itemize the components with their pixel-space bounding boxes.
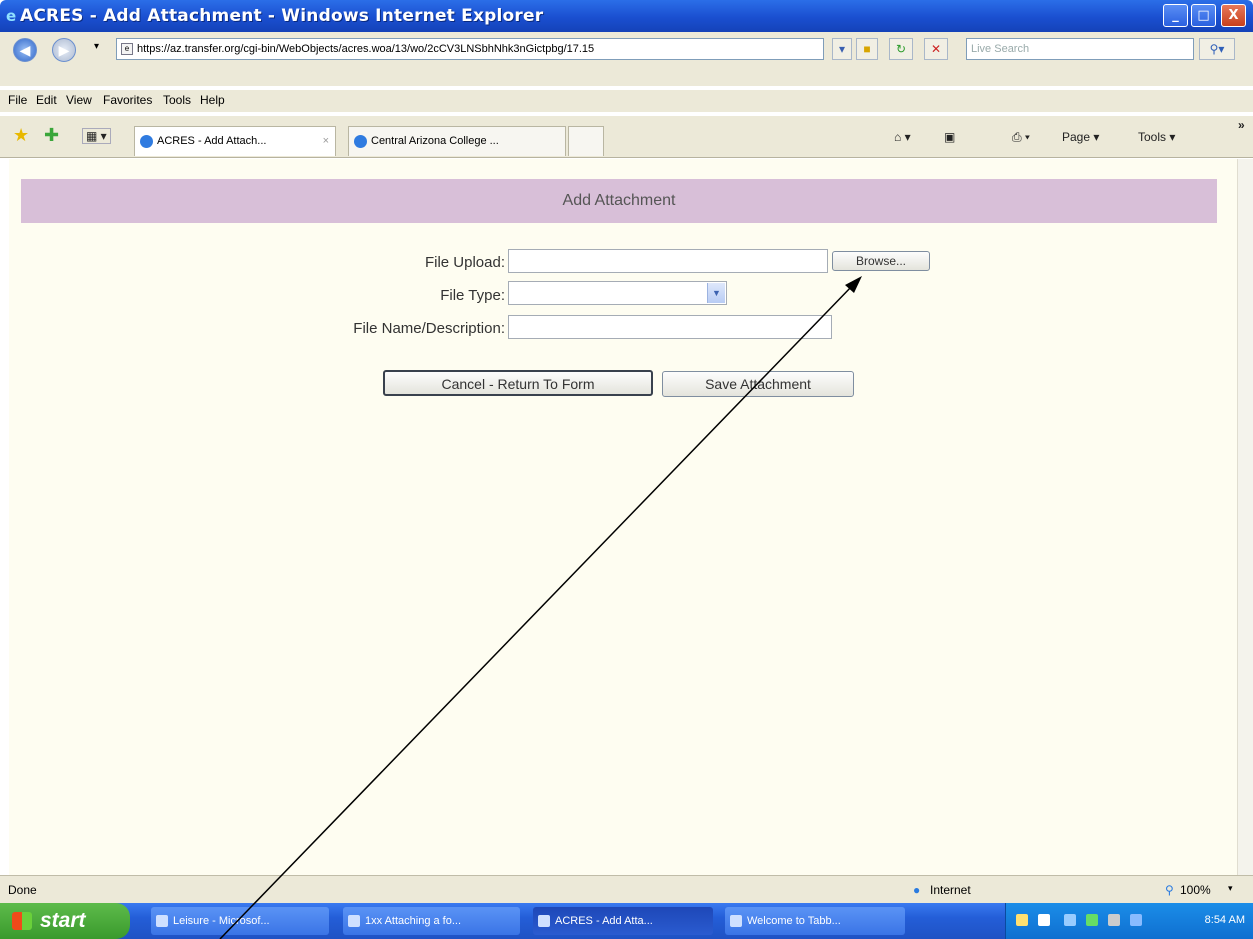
address-row: ◀ ▶ ▾ e https://az.transfer.org/cgi-bin/… — [0, 32, 1253, 86]
menu-file[interactable]: File — [8, 93, 27, 107]
tools-menu[interactable]: Tools ▾ — [1138, 130, 1175, 144]
tab-close-icon[interactable]: × — [323, 127, 329, 155]
taskbar-item-welcome[interactable]: Welcome to Tabb... — [725, 907, 905, 935]
minimize-button[interactable]: _ — [1163, 4, 1188, 27]
page-icon: e — [121, 43, 133, 55]
print-icon[interactable]: ⎙ ▾ — [1012, 130, 1030, 145]
taskbar-item-label: ACRES - Add Atta... — [555, 915, 653, 927]
search-input[interactable]: Live Search — [966, 38, 1194, 60]
zoom-dropdown-icon[interactable]: ▾ — [1228, 883, 1233, 894]
address-bar[interactable]: e https://az.transfer.org/cgi-bin/WebObj… — [116, 38, 824, 60]
taskbar: start Leisure - Microsof... 1xx Attachin… — [0, 903, 1253, 939]
tab-central-arizona[interactable]: Central Arizona College ... — [348, 126, 566, 156]
tab-label: ACRES - Add Attach... — [157, 135, 267, 147]
taskbar-item-label: Welcome to Tabb... — [747, 915, 841, 927]
add-favorites-icon[interactable]: ✚ — [44, 125, 59, 146]
taskbar-item-label: 1xx Attaching a fo... — [365, 915, 462, 927]
chevron-more-icon[interactable]: » — [1238, 118, 1245, 132]
word-icon — [156, 915, 168, 927]
back-button[interactable]: ◀ — [13, 38, 37, 62]
volume-icon[interactable] — [1108, 914, 1120, 926]
ie-icon — [538, 915, 550, 927]
zoom-icon: ⚲ — [1165, 883, 1174, 897]
page-title: Add Attachment — [21, 179, 1217, 223]
status-text: Done — [8, 883, 37, 897]
menu-tools[interactable]: Tools — [163, 93, 191, 107]
file-name-label: File Name/Description: — [353, 320, 505, 337]
file-upload-label: File Upload: — [424, 254, 505, 271]
home-icon[interactable]: ⌂ ▾ — [894, 130, 911, 144]
browse-button[interactable]: Browse... — [832, 251, 930, 271]
taskbar-item-attaching[interactable]: 1xx Attaching a fo... — [343, 907, 520, 935]
menu-bar: File Edit View Favorites Tools Help — [0, 90, 1253, 112]
file-name-field[interactable] — [508, 315, 832, 339]
tray-icon[interactable] — [1064, 914, 1076, 926]
recent-pages-dropdown-icon[interactable]: ▾ — [94, 41, 99, 52]
tray-icon[interactable] — [1130, 914, 1142, 926]
tab-label: Central Arizona College ... — [371, 135, 499, 147]
chevron-down-icon[interactable]: ▼ — [707, 283, 725, 303]
page-content: Add Attachment File Upload: Browse... Fi… — [9, 159, 1237, 875]
status-bar: Done ● Internet ⚲ 100% ▾ — [0, 875, 1253, 903]
menu-view[interactable]: View — [66, 93, 92, 107]
start-label: start — [40, 909, 86, 932]
new-tab-button[interactable] — [568, 126, 604, 156]
ie-tab-icon — [354, 135, 367, 148]
page-menu[interactable]: Page ▾ — [1062, 130, 1099, 144]
tab-bar: ★ ✚ ▦ ▾ ACRES - Add Attach... × Central … — [0, 116, 1253, 158]
windows-logo-icon — [12, 912, 32, 930]
tray-icon[interactable] — [1038, 914, 1050, 926]
vertical-scrollbar[interactable] — [1237, 159, 1253, 875]
system-tray: 8:54 AM — [1005, 903, 1253, 939]
ie-logo-icon: e — [6, 7, 17, 25]
browser-window: e ACRES - Add Attachment - Windows Inter… — [0, 0, 1253, 939]
feeds-icon[interactable]: ▣ — [944, 130, 955, 144]
address-dropdown-icon[interactable]: ▾ — [832, 38, 852, 60]
window-title: ACRES - Add Attachment - Windows Interne… — [20, 6, 544, 26]
stop-icon[interactable]: ✕ — [924, 38, 948, 60]
tab-acres[interactable]: ACRES - Add Attach... × — [134, 126, 336, 156]
cancel-button[interactable]: Cancel - Return To Form — [383, 370, 653, 396]
start-button[interactable]: start — [0, 903, 130, 939]
file-type-select[interactable]: ▼ — [508, 281, 727, 305]
taskbar-item-acres[interactable]: ACRES - Add Atta... — [533, 907, 713, 935]
ie-tab-icon — [140, 135, 153, 148]
file-upload-field[interactable] — [508, 249, 828, 273]
document-icon — [348, 915, 360, 927]
maximize-button[interactable]: □ — [1191, 4, 1216, 27]
zone-label: Internet — [930, 883, 971, 897]
quick-tabs-icon[interactable]: ▦ ▾ — [82, 128, 111, 144]
title-bar: e ACRES - Add Attachment - Windows Inter… — [0, 0, 1253, 32]
internet-zone-icon: ● — [913, 883, 921, 897]
address-text: https://az.transfer.org/cgi-bin/WebObjec… — [137, 43, 595, 55]
save-attachment-button[interactable]: Save Attachment — [662, 371, 854, 397]
close-window-button[interactable]: X — [1221, 4, 1246, 27]
ie-icon — [730, 915, 742, 927]
taskbar-item-label: Leisure - Microsof... — [173, 915, 270, 927]
menu-favorites[interactable]: Favorites — [103, 93, 152, 107]
file-type-label: File Type: — [440, 287, 505, 304]
taskbar-item-leisure[interactable]: Leisure - Microsof... — [151, 907, 329, 935]
network-icon[interactable] — [1086, 914, 1098, 926]
menu-help[interactable]: Help — [200, 93, 225, 107]
tray-icon[interactable] — [1016, 914, 1028, 926]
refresh-icon[interactable]: ↻ — [889, 38, 913, 60]
menu-edit[interactable]: Edit — [36, 93, 57, 107]
lock-icon[interactable]: ■ — [856, 38, 878, 60]
forward-button[interactable]: ▶ — [52, 38, 76, 62]
favorites-star-icon[interactable]: ★ — [13, 125, 29, 146]
zoom-level[interactable]: 100% — [1180, 883, 1211, 897]
clock: 8:54 AM — [1204, 914, 1245, 926]
search-icon[interactable]: ⚲▾ — [1199, 38, 1235, 60]
